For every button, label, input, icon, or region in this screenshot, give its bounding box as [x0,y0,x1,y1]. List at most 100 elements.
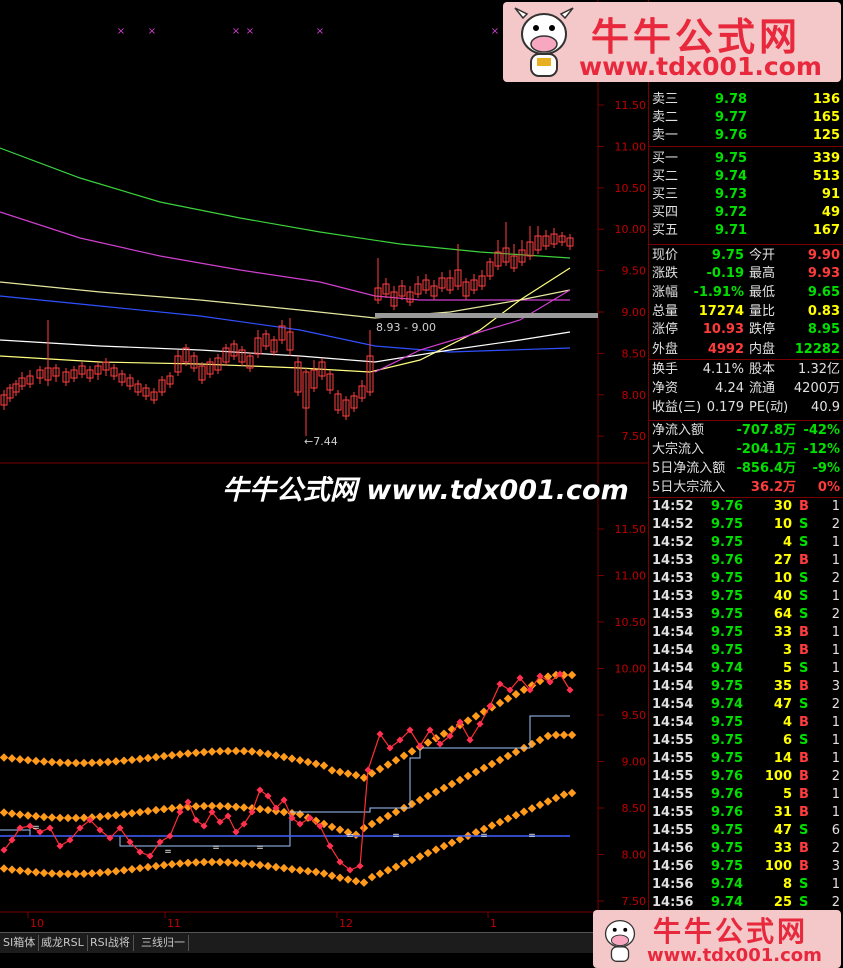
tab-weilong-rsl[interactable]: 威龙RSL [38,935,88,951]
tick-row[interactable]: 14:53 9.76 27 B 1 [649,552,843,570]
order-volume: 165 [812,110,840,125]
equal-mark: = [528,831,536,841]
tick-count: 1 [831,805,840,820]
price-tick-label: 11.00 [615,570,647,583]
tick-row[interactable]: 14:54 9.74 47 S 2 [649,696,843,714]
tick-row[interactable]: 14:55 9.75 6 S 1 [649,732,843,750]
tab-si-box[interactable]: SI箱体 [0,935,40,951]
tick-row[interactable]: 14:55 9.75 47 S 6 [649,822,843,840]
tick-row[interactable]: 14:54 9.75 3 B 1 [649,642,843,660]
band-dot-lower [415,852,425,861]
band-dot-lower [79,869,89,878]
tick-side: S [799,823,809,838]
tab-rsi-zhanjiang[interactable]: RSI战将 [87,935,134,951]
band-dot-upper [31,756,41,766]
tick-row[interactable]: 14:54 9.75 4 B 1 [649,714,843,732]
band-dot-middle [55,813,65,823]
band-dot-upper [383,760,393,769]
tick-row[interactable]: 14:55 9.76 5 B 1 [649,786,843,804]
band-dot-lower [535,800,545,810]
band-dot-lower [23,867,33,876]
tick-time: 14:55 [652,751,694,766]
tick-row[interactable]: 14:55 9.76 100 B 2 [649,768,843,786]
tick-side: S [799,661,809,676]
watermark-site-bottom: www.tdx001.com [647,945,822,966]
band-dot-upper [111,757,121,766]
tick-time: 14:55 [652,805,694,820]
tick-time: 14:56 [652,841,694,856]
band-dot-middle [535,735,545,745]
band-dot-lower [159,860,169,870]
tick-count: 1 [831,499,840,514]
tick-row[interactable]: 14:56 9.75 33 B 2 [649,840,843,858]
band-dot-lower [127,864,137,874]
tick-row[interactable]: 14:56 9.75 100 B 3 [649,858,843,876]
band-dot-middle [559,730,569,740]
tick-time: 14:52 [652,499,694,514]
tick-count: 1 [831,715,840,730]
band-dot-middle [367,819,377,829]
tick-row[interactable]: 14:55 9.76 31 B 1 [649,804,843,822]
band-dot-lower [111,866,121,876]
band-dot-upper [327,766,337,775]
band-dot-lower [447,838,457,847]
tick-side: S [799,733,809,748]
equal-mark: = [480,831,488,841]
band-dot-upper [255,748,265,757]
price-tick-label: 10.50 [615,182,647,195]
band-dot-lower [207,857,217,867]
tick-row[interactable]: 14:54 9.75 35 B 3 [649,678,843,696]
band-dot-upper [495,698,505,708]
tick-side: S [799,517,809,532]
price-tick-label: 8.00 [622,849,647,862]
band-dot-lower [351,876,361,886]
panel-separator [649,497,843,498]
tick-row[interactable]: 14:52 9.76 30 B 1 [649,498,843,516]
price-tick-label: 10.00 [615,223,647,236]
band-dot-lower [39,868,49,878]
tick-side: B [799,769,809,784]
tick-time: 14:54 [652,679,694,694]
tick-row[interactable]: 14:54 9.75 33 B 1 [649,624,843,642]
order-label: 买一 [652,151,679,166]
stat-label: 最高 [749,266,776,281]
tick-price: 9.76 [711,805,744,820]
band-dot-middle [511,747,521,757]
order-label: 买五 [652,223,679,238]
price-tick-label: 9.50 [622,265,647,278]
tick-time: 14:52 [652,535,694,550]
band-dot-lower [151,861,161,871]
band-dot-lower [63,869,73,879]
tick-row[interactable]: 14:55 9.75 14 B 1 [649,750,843,768]
kline-chart[interactable]: = = = = = = = = 11.50 11.00 10.50 10.00 9.50 9.00 8.5… [0,0,648,932]
order-price: 9.71 [715,223,748,238]
tick-row[interactable]: 14:52 9.75 10 S 2 [649,516,843,534]
tab-sanxian[interactable]: 三线归一 [138,935,189,951]
band-dot-lower [279,863,289,873]
date-tick-label: 11 [167,917,181,930]
band-dot-middle [495,755,505,765]
stat-row: 外盘 4992 内盘 12282 [649,341,843,359]
band-dot-lower [335,873,345,882]
tick-row[interactable]: 14:52 9.75 4 S 1 [649,534,843,552]
tick-row[interactable]: 14:56 9.74 8 S 1 [649,876,843,894]
stat-label: 总量 [652,304,679,319]
rsi-dot [476,720,484,728]
tick-volume: 33 [773,841,792,856]
band-dot-middle [15,810,25,819]
band-dot-middle [191,802,201,811]
tick-row[interactable]: 14:54 9.74 5 S 1 [649,660,843,678]
chart-area[interactable]: = = = = = = = = 11.50 11.00 10.50 10.00 9.50 9.00 8.5… [0,0,648,932]
stat-value: 12282 [794,342,840,357]
band-dot-middle [79,813,89,822]
band-dot-middle [375,815,385,825]
tick-row[interactable]: 14:53 9.75 10 S 2 [649,570,843,588]
band-dot-middle [503,751,513,761]
tick-row[interactable]: 14:53 9.75 40 S 1 [649,588,843,606]
order-label: 卖一 [652,128,679,143]
tick-row[interactable]: 14:53 9.75 64 S 2 [649,606,843,624]
stat-row: 现价 9.75 今开 9.90 [649,247,843,265]
band-dot-upper [511,689,521,699]
band-dot-upper [263,749,273,759]
band-dot-lower [407,855,417,865]
